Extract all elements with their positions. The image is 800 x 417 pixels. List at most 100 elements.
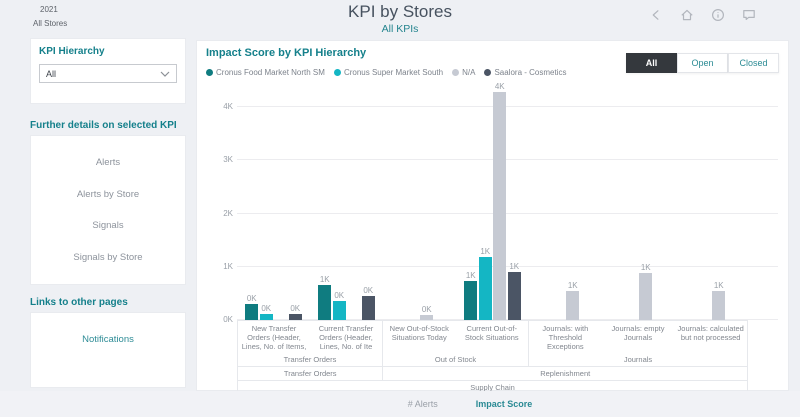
links-card: Notifications	[30, 312, 186, 388]
legend-dot-icon	[452, 69, 459, 76]
footer-tab-bar: # Alerts Impact Score	[0, 391, 800, 417]
bar-group-0: 0K0K0K	[237, 86, 310, 320]
info-icon[interactable]	[711, 8, 725, 22]
bar-slot: 1K	[566, 281, 581, 320]
kpi-hierarchy-selected-value: All	[46, 69, 56, 79]
bar-value-label: 0K	[363, 286, 373, 295]
legend-item-2[interactable]: N/A	[452, 68, 475, 77]
link-notifications[interactable]: Notifications	[31, 334, 185, 345]
category-label-0: New Transfer Orders (Header, Lines, No. …	[238, 321, 310, 354]
chart-plot-area: 0K1K2K3K4K 0K0K0K1K0K0K0K1K1K4K1K1K1K1K	[237, 86, 778, 320]
bar-2-4[interactable]	[566, 291, 579, 320]
y-axis-tick-2K: 2K	[211, 209, 233, 218]
bar-value-label: 1K	[480, 247, 490, 256]
bar-3-3[interactable]	[508, 272, 521, 320]
bar-group-2: 0K	[383, 86, 456, 320]
bar-0-3[interactable]	[464, 281, 477, 320]
bar-slot: 0K	[288, 304, 303, 320]
bar-slot: 0K	[245, 294, 260, 320]
bar-value-label: 1K	[509, 262, 519, 271]
footer-tabs: # Alerts Impact Score	[408, 399, 533, 409]
detail-link-signals[interactable]: Signals	[31, 220, 185, 231]
footer-tab--alerts[interactable]: # Alerts	[408, 399, 438, 409]
legend-label: Cronus Food Market North SM	[216, 68, 325, 77]
filter-button-open[interactable]: Open	[677, 53, 728, 73]
legend-item-3[interactable]: Saalora - Cosmetics	[484, 68, 566, 77]
category-label-3: Current Out-of-Stock Situations	[456, 321, 529, 354]
axis-group-transfer-orders: New Transfer Orders (Header, Lines, No. …	[237, 321, 383, 366]
header-nav-icons	[650, 8, 756, 22]
impact-score-chart-card: Impact Score by KPI Hierarchy Cronus Foo…	[196, 40, 789, 391]
axis-band-transfer-orders: Transfer Orders	[238, 367, 383, 380]
further-details-card: Alerts Alerts by Store Signals Signals by S…	[30, 135, 186, 285]
further-details-title: Further details on selected KPI	[30, 120, 186, 131]
header: 2021 All Stores KPI by Stores All KPIs	[0, 0, 800, 38]
category-label-2: New Out-of-Stock Situations Today	[383, 321, 456, 354]
detail-link-alerts[interactable]: Alerts	[31, 157, 185, 168]
leaf-label-row: New Transfer Orders (Header, Lines, No. …	[238, 321, 382, 354]
bar-0-1[interactable]	[318, 285, 331, 320]
bar-1-3[interactable]	[479, 257, 492, 320]
bar-1-1[interactable]	[333, 301, 346, 320]
y-axis-tick-0K: 0K	[211, 315, 233, 324]
legend-item-1[interactable]: Cronus Super Market South	[334, 68, 443, 77]
bar-slot: 4K	[493, 82, 508, 320]
home-icon[interactable]	[680, 8, 694, 22]
sidebar: KPI Hierarchy All Further details on sel…	[30, 38, 186, 388]
bar-value-label: 1K	[641, 263, 651, 272]
leaf-label-row: New Out-of-Stock Situations TodayCurrent…	[383, 321, 528, 354]
y-axis-tick-3K: 3K	[211, 155, 233, 164]
legend-item-0[interactable]: Cronus Food Market North SM	[206, 68, 325, 77]
bar-slot: 1K	[507, 262, 522, 320]
category-label-1: Current Transfer Orders (Header, Lines, …	[310, 321, 382, 354]
category-label-5: Journals: empty Journals	[602, 321, 675, 354]
bar-group-4: 1K	[529, 86, 602, 320]
legend-dot-icon	[206, 69, 213, 76]
bar-2-6[interactable]	[712, 291, 725, 320]
bar-value-label: 1K	[714, 281, 724, 290]
category-label-6: Journals: calculated but not processed	[674, 321, 747, 354]
footer-tab-impact-score[interactable]: Impact Score	[476, 399, 533, 409]
kpi-hierarchy-dropdown[interactable]: All	[39, 64, 177, 83]
page-subtitle: All KPIs	[0, 23, 800, 35]
axis-band-label: Journals	[529, 354, 747, 366]
bar-slot: 0K	[259, 304, 274, 320]
bar-value-label: 1K	[466, 271, 476, 280]
axis-level2-row: New Transfer Orders (Header, Lines, No. …	[237, 321, 748, 366]
bar-3-1[interactable]	[362, 296, 375, 320]
bar-slot: 1K	[478, 247, 493, 320]
legend-label: Cronus Super Market South	[344, 68, 443, 77]
bar-group-1: 1K0K0K	[310, 86, 383, 320]
bar-value-label: 0K	[261, 304, 271, 313]
filter-button-all[interactable]: All	[626, 53, 677, 73]
detail-link-signals-by-store[interactable]: Signals by Store	[31, 252, 185, 263]
axis-group-journals: Journals: with Threshold ExceptionsJourn…	[529, 321, 748, 366]
axis-band-replenishment: Replenishment	[383, 367, 747, 380]
bar-value-label: 1K	[320, 275, 330, 284]
chart-bar-groups: 0K0K0K1K0K0K0K1K1K4K1K1K1K1K	[237, 86, 748, 320]
bar-2-5[interactable]	[639, 273, 652, 320]
bar-0-0[interactable]	[245, 304, 258, 320]
bar-2-3[interactable]	[493, 92, 506, 320]
chevron-down-icon	[160, 71, 170, 77]
category-hierarchy-axis: New Transfer Orders (Header, Lines, No. …	[237, 320, 748, 396]
detail-link-alerts-by-store[interactable]: Alerts by Store	[31, 189, 185, 200]
comment-icon[interactable]	[742, 8, 756, 22]
bar-slot: 0K	[361, 286, 376, 320]
bar-slot: 1K	[318, 275, 333, 320]
links-title: Links to other pages	[30, 297, 186, 308]
status-filter-toggle: AllOpenClosed	[626, 53, 779, 73]
bar-slot: 1K	[712, 281, 727, 320]
legend-dot-icon	[484, 69, 491, 76]
leaf-label-row: Journals: with Threshold ExceptionsJourn…	[529, 321, 747, 354]
axis-group-out-of-stock: New Out-of-Stock Situations TodayCurrent…	[383, 321, 529, 366]
legend-label: N/A	[462, 68, 475, 77]
bar-slot: 0K	[420, 305, 435, 320]
bar-group-5: 1K	[602, 86, 675, 320]
back-icon[interactable]	[650, 8, 663, 22]
legend-label: Saalora - Cosmetics	[494, 68, 566, 77]
y-axis-tick-4K: 4K	[211, 102, 233, 111]
bar-slot: 0K	[332, 291, 347, 320]
filter-button-closed[interactable]: Closed	[728, 53, 779, 73]
bar-group-3: 1K1K4K1K	[456, 86, 529, 320]
